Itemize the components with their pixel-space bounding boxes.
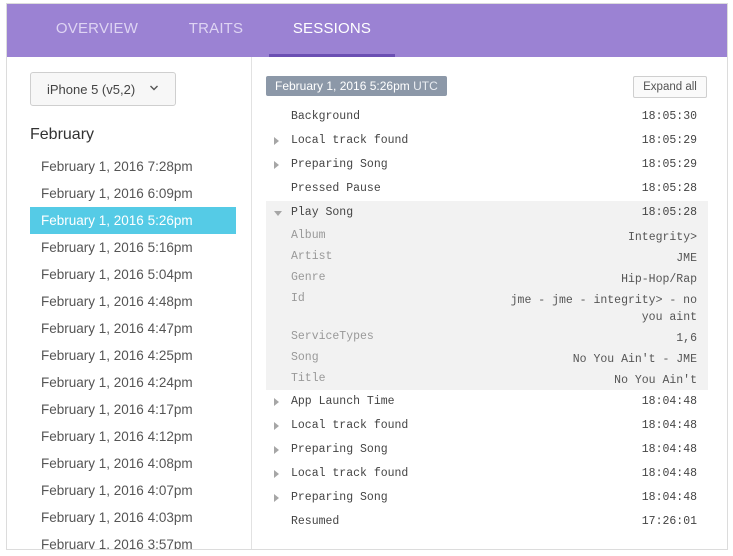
session-item[interactable]: February 1, 2016 4:48pm xyxy=(30,288,236,315)
property-value: Integrity> xyxy=(627,231,697,244)
event-name: Resumed xyxy=(291,515,340,528)
event-row: Background 18:05:30 xyxy=(266,105,708,129)
property-row: Song No You Ain't - JME xyxy=(266,347,708,368)
session-item[interactable]: February 1, 2016 4:24pm xyxy=(30,369,236,396)
tab-overview[interactable]: OVERVIEW xyxy=(25,4,169,57)
expand-caret-icon[interactable] xyxy=(274,161,279,169)
event-time: 18:04:48 xyxy=(641,491,697,504)
property-key: Genre xyxy=(291,271,326,284)
session-item[interactable]: February 1, 2016 4:17pm xyxy=(30,396,236,423)
property-row: Genre Hip-Hop/Rap xyxy=(266,267,708,288)
month-heading: February xyxy=(30,126,95,143)
property-value: No You Ain't xyxy=(614,374,697,387)
property-value: JME xyxy=(676,252,697,265)
property-key: Album xyxy=(291,229,326,242)
event-name: Local track found xyxy=(291,467,409,480)
event-row[interactable]: Preparing Song 18:05:29 xyxy=(266,153,708,177)
event-time: 18:05:29 xyxy=(641,134,697,147)
event-name: Preparing Song xyxy=(291,158,388,171)
property-row: Artist JME xyxy=(266,246,708,267)
event-time: 18:05:29 xyxy=(641,158,697,171)
event-name: Local track found xyxy=(291,134,409,147)
property-value: Hip-Hop/Rap xyxy=(621,273,697,286)
session-item[interactable]: February 1, 2016 4:47pm xyxy=(30,315,236,342)
event-name: App Launch Time xyxy=(291,395,395,408)
property-value: jme - jme - integrity> - no you aint xyxy=(510,294,697,324)
expand-caret-icon[interactable] xyxy=(274,494,279,502)
event-row[interactable]: Local track found 18:04:48 xyxy=(266,414,708,438)
session-item[interactable]: February 1, 2016 5:16pm xyxy=(30,234,236,261)
event-name: Play Song xyxy=(291,206,354,219)
property-key: Song xyxy=(291,351,319,364)
property-row: Id jme - jme - integrity> - no you aint xyxy=(266,288,708,326)
tab-bar: OVERVIEW TRAITS SESSIONS xyxy=(7,4,727,57)
property-key: ServiceTypes xyxy=(291,330,374,343)
expand-all-button[interactable]: Expand all xyxy=(633,76,707,98)
property-row: Album Integrity> xyxy=(266,225,708,246)
timezone-label: UTC xyxy=(413,79,438,93)
tab-traits[interactable]: TRAITS xyxy=(162,4,270,57)
event-time: 18:04:48 xyxy=(641,443,697,456)
expand-caret-icon[interactable] xyxy=(274,446,279,454)
session-list: February 1, 2016 7:28pm February 1, 2016… xyxy=(30,153,236,549)
event-time: 18:05:28 xyxy=(641,206,697,219)
session-item[interactable]: February 1, 2016 4:08pm xyxy=(30,450,236,477)
chevron-down-icon xyxy=(150,85,158,91)
expand-caret-icon[interactable] xyxy=(274,398,279,406)
event-row[interactable]: Preparing Song 18:04:48 xyxy=(266,486,708,510)
app-frame: OVERVIEW TRAITS SESSIONS iPhone 5 (v5,2)… xyxy=(6,3,728,550)
session-item[interactable]: February 1, 2016 4:25pm xyxy=(30,342,236,369)
session-item[interactable]: February 1, 2016 4:03pm xyxy=(30,504,236,531)
property-row: Title No You Ain't xyxy=(266,368,708,389)
sidebar: iPhone 5 (v5,2) February February 1, 201… xyxy=(7,57,252,549)
event-name: Preparing Song xyxy=(291,491,388,504)
event-time: 18:04:48 xyxy=(641,419,697,432)
event-row[interactable]: Local track found 18:05:29 xyxy=(266,129,708,153)
event-name: Background xyxy=(291,110,361,123)
event-time: 18:04:48 xyxy=(641,467,697,480)
event-time: 18:05:30 xyxy=(641,110,697,123)
event-row: Resumed 17:26:01 xyxy=(266,510,708,534)
session-detail: February 1, 2016 5:26pm UTC Expand all B… xyxy=(252,57,727,549)
device-dropdown[interactable]: iPhone 5 (v5,2) xyxy=(30,72,176,106)
property-key: Artist xyxy=(291,250,333,263)
session-item[interactable]: February 1, 2016 3:57pm xyxy=(30,531,236,549)
event-row[interactable]: App Launch Time 18:04:48 xyxy=(266,390,708,414)
session-item-selected[interactable]: February 1, 2016 5:26pm xyxy=(30,207,236,234)
expand-caret-icon[interactable] xyxy=(274,470,279,478)
property-value: 1,6 xyxy=(676,332,697,345)
expand-caret-icon[interactable] xyxy=(274,422,279,430)
event-name: Preparing Song xyxy=(291,443,388,456)
event-list: Background 18:05:30 Local track found 18… xyxy=(266,105,708,534)
property-value: No You Ain't - JME xyxy=(572,353,697,366)
collapse-caret-icon[interactable] xyxy=(274,211,282,216)
tab-sessions[interactable]: SESSIONS xyxy=(269,4,395,57)
property-key: Title xyxy=(291,372,326,385)
session-item[interactable]: February 1, 2016 7:28pm xyxy=(30,153,236,180)
device-label: iPhone 5 (v5,2) xyxy=(47,82,136,97)
session-item[interactable]: February 1, 2016 4:12pm xyxy=(30,423,236,450)
event-time: 17:26:01 xyxy=(641,515,697,528)
event-row-expanded[interactable]: Play Song 18:05:28 xyxy=(266,201,708,225)
property-key: Id xyxy=(291,292,305,305)
event-name: Local track found xyxy=(291,419,409,432)
event-row: Pressed Pause 18:05:28 xyxy=(266,177,708,201)
event-properties: Album Integrity> Artist JME Genre Hip-Ho… xyxy=(266,225,708,390)
event-row[interactable]: Local track found 18:04:48 xyxy=(266,462,708,486)
session-item[interactable]: February 1, 2016 5:04pm xyxy=(30,261,236,288)
event-row[interactable]: Preparing Song 18:04:48 xyxy=(266,438,708,462)
event-name: Pressed Pause xyxy=(291,182,381,195)
event-time: 18:04:48 xyxy=(641,395,697,408)
session-title: February 1, 2016 5:26pm xyxy=(275,79,410,93)
session-item[interactable]: February 1, 2016 4:07pm xyxy=(30,477,236,504)
expand-caret-icon[interactable] xyxy=(274,137,279,145)
session-title-badge: February 1, 2016 5:26pm UTC xyxy=(266,76,447,96)
event-time: 18:05:28 xyxy=(641,182,697,195)
property-row: ServiceTypes 1,6 xyxy=(266,326,708,347)
session-item[interactable]: February 1, 2016 6:09pm xyxy=(30,180,236,207)
